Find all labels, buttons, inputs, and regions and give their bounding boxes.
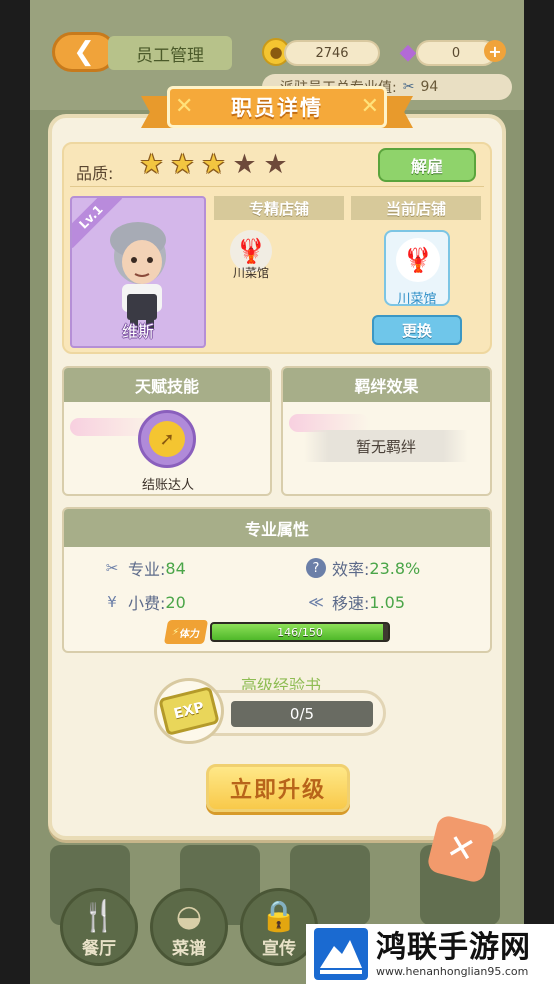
- back-arrow-icon: ❮: [73, 37, 95, 67]
- divider: [70, 186, 484, 187]
- watermark-text: 鸿联手游网 www.henanhonglian95.com: [376, 929, 531, 978]
- utensils-icon: 🍴: [80, 899, 118, 934]
- stat-label: 效率:: [332, 560, 370, 579]
- current-store-card[interactable]: 🦞 川菜馆: [384, 230, 450, 307]
- talent-skill-name: 结账达人: [141, 478, 194, 493]
- stat-efficiency: ? 效率: 23.8%: [306, 556, 420, 580]
- attributes-header: 专业属性: [64, 509, 490, 547]
- change-store-button[interactable]: 更换: [372, 315, 462, 345]
- character-name: 维斯: [121, 322, 154, 341]
- stat-skill: ✂ 专业: 84: [102, 556, 186, 580]
- stat-tip: ¥ 小费: 20: [102, 590, 186, 614]
- stamina-label: 体力: [178, 628, 201, 640]
- coin-value: 2746: [315, 45, 349, 61]
- current-store-name: 川菜馆: [397, 292, 437, 307]
- nav-recipes[interactable]: ◒ 菜谱: [150, 888, 228, 966]
- stat-label: 小费:: [128, 594, 166, 613]
- upgrade-button[interactable]: 立即升级: [206, 764, 350, 812]
- lock-icon: 🔒: [260, 899, 298, 934]
- star-empty-icon: ★: [263, 149, 288, 180]
- sichuan-restaurant-icon: 🦞: [396, 238, 440, 282]
- speed-icon: ≪: [308, 593, 324, 611]
- watermark-logo-icon: [314, 928, 368, 980]
- stamina-text: 146/150: [277, 625, 323, 639]
- nav-restaurant[interactable]: 🍴 餐厅: [60, 888, 138, 966]
- star-filled-icon: ★: [170, 149, 195, 180]
- watermark-name: 鸿联手游网: [376, 929, 531, 965]
- stat-speed: ≪ 移速: 1.05: [306, 590, 405, 614]
- watermark: 鸿联手游网 www.henanhonglian95.com: [306, 924, 554, 984]
- dialog-title: 职员详情: [167, 86, 387, 128]
- dialog-title-banner: 职员详情 ✕ ✕: [141, 86, 413, 132]
- spoon-fork-icon: ✂: [105, 559, 119, 577]
- talent-skill-icon[interactable]: ➚: [138, 410, 196, 468]
- add-gems-button[interactable]: +: [484, 40, 506, 62]
- coin-counter: 2746: [284, 40, 380, 66]
- total-skill-value: 94: [420, 79, 439, 95]
- gem-value: 0: [451, 45, 461, 61]
- stat-value: 1.05: [369, 592, 406, 612]
- watermark-url: www.henanhonglian95.com: [376, 964, 529, 978]
- specialty-store-name: 川菜馆: [232, 266, 269, 280]
- exp-book-button[interactable]: EXP: [154, 678, 224, 744]
- page-title: 员工管理: [108, 36, 232, 70]
- stamina-badge: ⚡ 体力: [163, 620, 209, 644]
- exp-book-count: 0/5: [231, 701, 373, 727]
- fire-button[interactable]: 解雇: [378, 148, 476, 182]
- stat-label: 专业:: [128, 560, 166, 579]
- talent-header: 天赋技能: [64, 368, 270, 402]
- spoon-fork-icon: ✕: [360, 94, 379, 119]
- specialty-store-header: 专精店铺: [214, 196, 344, 220]
- stat-value: 20: [165, 592, 186, 612]
- exp-ticket-icon: EXP: [158, 686, 220, 736]
- bond-header: 羁绊效果: [283, 368, 490, 402]
- nav-label: 餐厅: [82, 939, 116, 959]
- stat-value: 23.8%: [369, 558, 421, 578]
- star-filled-icon: ★: [201, 149, 226, 180]
- close-icon: ✕: [442, 826, 480, 872]
- nav-label: 宣传: [262, 939, 296, 959]
- star-filled-icon: ★: [139, 149, 164, 180]
- stat-label: 移速:: [332, 594, 370, 613]
- star-empty-icon: ★: [232, 149, 257, 180]
- money-bag-icon: ¥: [107, 593, 117, 611]
- stat-value: 84: [165, 558, 186, 578]
- character-portrait[interactable]: Lv.1 维斯: [70, 196, 206, 348]
- bond-empty-text: 暂无羁绊: [304, 430, 468, 462]
- right-letterbox: [524, 0, 554, 984]
- current-store-header: 当前店铺: [351, 196, 481, 220]
- bowl-icon: ◒: [175, 899, 203, 934]
- nav-label: 菜谱: [172, 939, 206, 959]
- plus-icon: +: [488, 41, 502, 61]
- left-letterbox: [0, 0, 30, 984]
- back-button[interactable]: ❮: [52, 32, 116, 72]
- stamina-bar: 146/150: [210, 622, 390, 642]
- quality-stars: ★ ★ ★ ★ ★: [138, 151, 289, 178]
- spoon-fork-icon: ✕: [175, 94, 194, 119]
- quality-label: 品质:: [76, 164, 114, 183]
- question-icon: ?: [306, 558, 326, 578]
- checkout-bell-icon: ➚: [149, 421, 185, 457]
